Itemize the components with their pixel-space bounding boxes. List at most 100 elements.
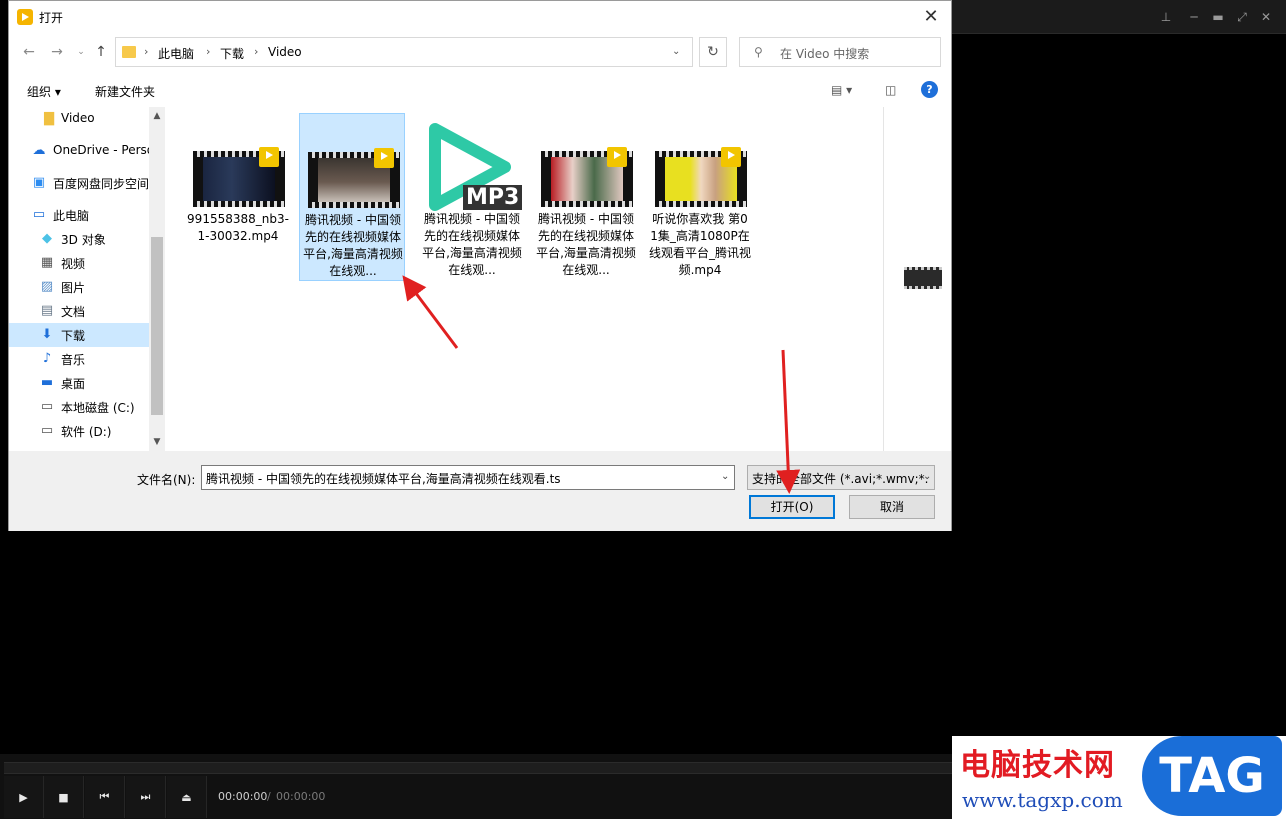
nav-item-drive-c[interactable]: ▭ 本地磁盘 (C:) bbox=[9, 395, 149, 419]
back-icon[interactable]: ← bbox=[19, 42, 39, 62]
file-tile-selected[interactable]: 腾讯视频 - 中国领先的在线视频媒体平台,海量高清视频在线观... bbox=[299, 113, 405, 281]
stop-icon: ■ bbox=[58, 790, 69, 804]
nav-item-video-folder[interactable]: ▇ Video bbox=[9, 107, 149, 131]
player-badge-icon bbox=[374, 148, 394, 168]
file-type-select[interactable]: 支持的全部文件 (*.avi;*.wmv;*. bbox=[747, 465, 935, 490]
file-name: 腾讯视频 - 中国领先的在线视频媒体平台,海量高清视频在线观... bbox=[536, 212, 636, 277]
file-tile[interactable]: MP3 腾讯视频 - 中国领先的在线视频媒体平台,海量高清视频在线观... bbox=[419, 113, 525, 281]
open-button[interactable]: 打开(O) bbox=[749, 495, 835, 519]
video-icon: ▦ bbox=[40, 255, 54, 270]
chevron-down-icon[interactable]: ⌄ bbox=[721, 471, 729, 482]
eject-icon: ⏏ bbox=[181, 790, 192, 804]
picture-icon: ▨ bbox=[40, 279, 54, 294]
nav-item-baidu[interactable]: ▣ 百度网盘同步空间 bbox=[9, 171, 149, 195]
play-button[interactable]: ▶ bbox=[4, 776, 44, 818]
nav-item-videos[interactable]: ▦ 视频 bbox=[9, 251, 149, 275]
nav-item-pictures[interactable]: ▨ 图片 bbox=[9, 275, 149, 299]
refresh-icon[interactable]: ↻ bbox=[699, 37, 727, 67]
forward-icon[interactable]: → bbox=[47, 42, 67, 62]
nav-item-downloads[interactable]: ⬇ 下载 bbox=[9, 323, 149, 347]
nav-item-desktop[interactable]: ▬ 桌面 bbox=[9, 371, 149, 395]
breadcrumb-video[interactable]: Video bbox=[268, 45, 302, 59]
preview-pane bbox=[883, 107, 951, 451]
preview-pane-icon[interactable]: ◫ bbox=[885, 83, 896, 97]
nav-item-music[interactable]: ♪ 音乐 bbox=[9, 347, 149, 371]
next-icon: ⏭ bbox=[140, 790, 151, 803]
folder-icon bbox=[122, 46, 136, 58]
nav-item-label: 3D 对象 bbox=[61, 233, 106, 247]
nav-item-label: 下载 bbox=[61, 329, 86, 343]
file-list: 991558388_nb3-1-30032.mp4 腾讯视频 - 中国领先的在线… bbox=[165, 107, 883, 451]
file-name: 听说你喜欢我 第01集_高清1080P在线观看平台_腾讯视频.mp4 bbox=[649, 212, 752, 277]
nav-item-label: 文档 bbox=[61, 305, 86, 319]
breadcrumb-this-pc[interactable]: 此电脑 bbox=[158, 45, 194, 62]
preview-thumbnail bbox=[904, 267, 942, 289]
breadcrumb-downloads[interactable]: 下载 bbox=[220, 45, 244, 62]
dialog-close-icon[interactable]: ✕ bbox=[919, 5, 943, 29]
scroll-up-icon[interactable]: ▲ bbox=[151, 111, 163, 123]
filename-input[interactable]: 腾讯视频 - 中国领先的在线视频媒体平台,海量高清视频在线观看.ts bbox=[201, 465, 735, 490]
chevron-down-icon[interactable]: ⌄ bbox=[923, 471, 931, 482]
open-file-dialog: 打开 ✕ ← → ⌄ ↑ › 此电脑 › 下载 › Video ⌄ ↻ ⚲ 在 … bbox=[8, 0, 952, 531]
up-icon[interactable]: ↑ bbox=[91, 42, 111, 62]
toolbar: 组织 ▾ 新建文件夹 ▤ ▾ ◫ ? bbox=[9, 73, 951, 107]
organize-button[interactable]: 组织 ▾ bbox=[27, 83, 61, 100]
scrollbar-thumb[interactable] bbox=[151, 237, 163, 415]
cloud-icon: ☁ bbox=[32, 143, 46, 158]
player-badge-icon bbox=[607, 147, 627, 167]
search-input[interactable]: ⚲ 在 Video 中搜索 bbox=[739, 37, 941, 67]
chevron-right-icon: › bbox=[206, 45, 211, 58]
dialog-titlebar: 打开 ✕ bbox=[9, 1, 951, 33]
nav-item-label: Video bbox=[61, 111, 95, 125]
download-icon: ⬇ bbox=[41, 327, 53, 342]
minimize-icon[interactable]: ▬ bbox=[1210, 9, 1226, 25]
eject-button[interactable]: ⏏ bbox=[167, 776, 207, 818]
nav-item-label: 百度网盘同步空间 bbox=[53, 177, 150, 191]
minimize-to-tray-icon[interactable]: ─ bbox=[1186, 9, 1202, 25]
file-tile[interactable]: 991558388_nb3-1-30032.mp4 bbox=[185, 113, 291, 281]
nav-item-this-pc[interactable]: ▭ 此电脑 bbox=[9, 203, 149, 227]
baidu-icon: ▣ bbox=[32, 175, 46, 190]
nav-item-3d-objects[interactable]: ◆ 3D 对象 bbox=[9, 227, 149, 251]
mp3-badge: MP3 bbox=[463, 185, 523, 210]
view-options-icon[interactable]: ▤ ▾ bbox=[831, 83, 852, 97]
player-titlebar: ⊥ ─ ▬ ⤢ ✕ bbox=[952, 0, 1286, 34]
nav-item-label: 图片 bbox=[61, 281, 86, 295]
nav-scrollbar[interactable]: ▲ ▼ bbox=[149, 107, 165, 451]
nav-item-drive-d[interactable]: ▭ 软件 (D:) bbox=[9, 419, 149, 443]
chevron-right-icon: › bbox=[254, 45, 259, 58]
help-icon[interactable]: ? bbox=[921, 81, 938, 98]
file-tile[interactable]: 腾讯视频 - 中国领先的在线视频媒体平台,海量高清视频在线观... bbox=[533, 113, 639, 281]
app-icon bbox=[17, 9, 33, 25]
folder-icon: ▇ bbox=[44, 111, 54, 126]
nav-item-documents[interactable]: ▤ 文档 bbox=[9, 299, 149, 323]
new-folder-button[interactable]: 新建文件夹 bbox=[95, 83, 155, 100]
nav-item-onedrive[interactable]: ☁ OneDrive - Perso bbox=[9, 139, 155, 163]
dialog-footer: 文件名(N): 腾讯视频 - 中国领先的在线视频媒体平台,海量高清视频在线观看.… bbox=[9, 451, 951, 531]
file-tile[interactable]: 听说你喜欢我 第01集_高清1080P在线观看平台_腾讯视频.mp4 bbox=[647, 113, 753, 281]
player-badge-icon bbox=[721, 147, 741, 167]
filename-label: 文件名(N): bbox=[137, 473, 196, 487]
file-name: 991558388_nb3-1-30032.mp4 bbox=[187, 212, 289, 243]
address-bar[interactable]: › 此电脑 › 下载 › Video ⌄ bbox=[115, 37, 693, 67]
file-name: 腾讯视频 - 中国领先的在线视频媒体平台,海量高清视频在线观... bbox=[422, 212, 522, 277]
nav-item-label: OneDrive - Perso bbox=[53, 143, 155, 157]
previous-icon: ⏮ bbox=[99, 790, 110, 803]
recent-dropdown-icon[interactable]: ⌄ bbox=[71, 42, 91, 62]
previous-button[interactable]: ⏮ bbox=[85, 776, 125, 818]
close-icon[interactable]: ✕ bbox=[1258, 9, 1274, 25]
nav-item-label: 本地磁盘 (C:) bbox=[61, 401, 135, 415]
cancel-button[interactable]: 取消 bbox=[849, 495, 935, 519]
scroll-down-icon[interactable]: ▼ bbox=[151, 437, 163, 449]
stop-button[interactable]: ■ bbox=[44, 776, 84, 818]
dialog-title: 打开 bbox=[39, 11, 64, 25]
next-button[interactable]: ⏭ bbox=[126, 776, 166, 818]
document-icon: ▤ bbox=[40, 303, 54, 318]
chevron-down-icon[interactable]: ⌄ bbox=[672, 46, 680, 57]
organize-label: 组织 bbox=[27, 85, 52, 99]
fullscreen-icon[interactable]: ⤢ bbox=[1234, 9, 1250, 25]
watermark-title: 电脑技术网 bbox=[960, 748, 1115, 783]
pin-icon[interactable]: ⊥ bbox=[1158, 9, 1174, 25]
nav-item-label: 此电脑 bbox=[53, 209, 90, 223]
watermark: 电脑技术网 www.tagxp.com TAG bbox=[952, 736, 1286, 819]
